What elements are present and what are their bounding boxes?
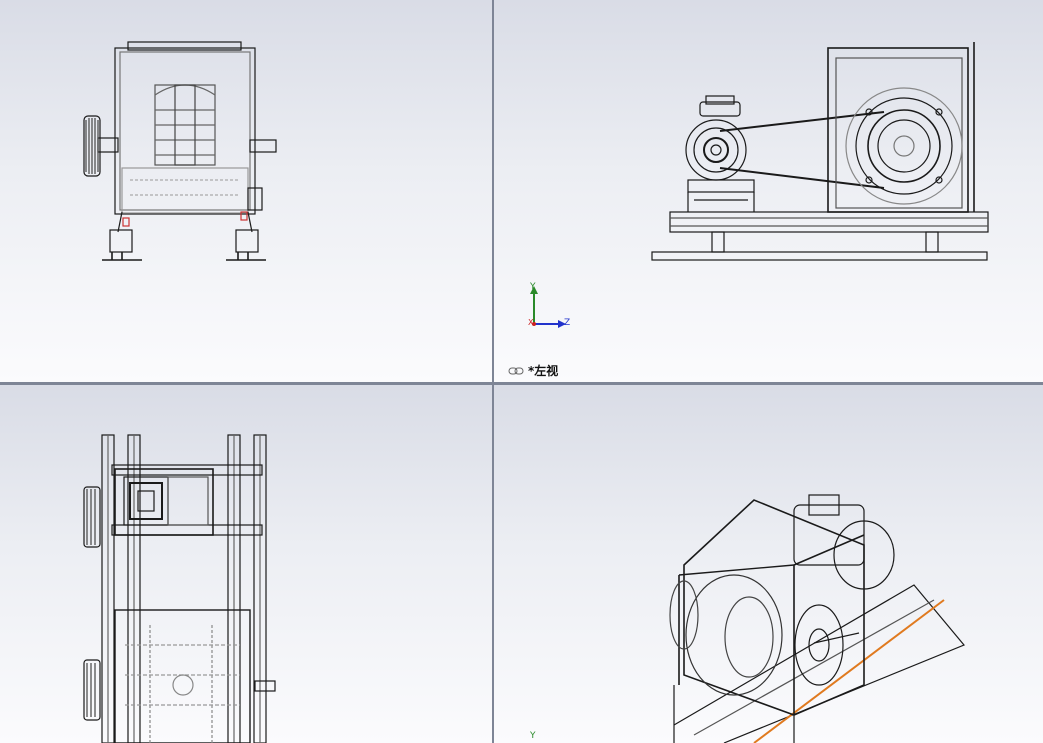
triad-y-label: Y xyxy=(530,282,536,292)
viewport-top-view[interactable] xyxy=(0,385,492,743)
view-name-text: *左视 xyxy=(528,364,559,378)
triad-y-label-iso: Y xyxy=(530,731,536,741)
viewport-front[interactable] xyxy=(0,0,492,382)
viewport-divider-horizontal[interactable] xyxy=(0,382,1043,385)
front-view-drawing xyxy=(83,41,277,261)
viewport-divider-vertical[interactable] xyxy=(492,0,494,743)
triad-x-label: X xyxy=(528,318,534,327)
view-name-label[interactable]: *左视 xyxy=(508,362,558,379)
isometric-drawing xyxy=(669,494,965,743)
triad-z-label: Z xyxy=(564,318,571,328)
top-view-drawing xyxy=(83,434,276,743)
viewport-left-view[interactable]: Y Z X *左视 xyxy=(494,0,1043,382)
link-icon xyxy=(508,367,524,374)
viewport-isometric[interactable]: Y xyxy=(494,385,1043,743)
